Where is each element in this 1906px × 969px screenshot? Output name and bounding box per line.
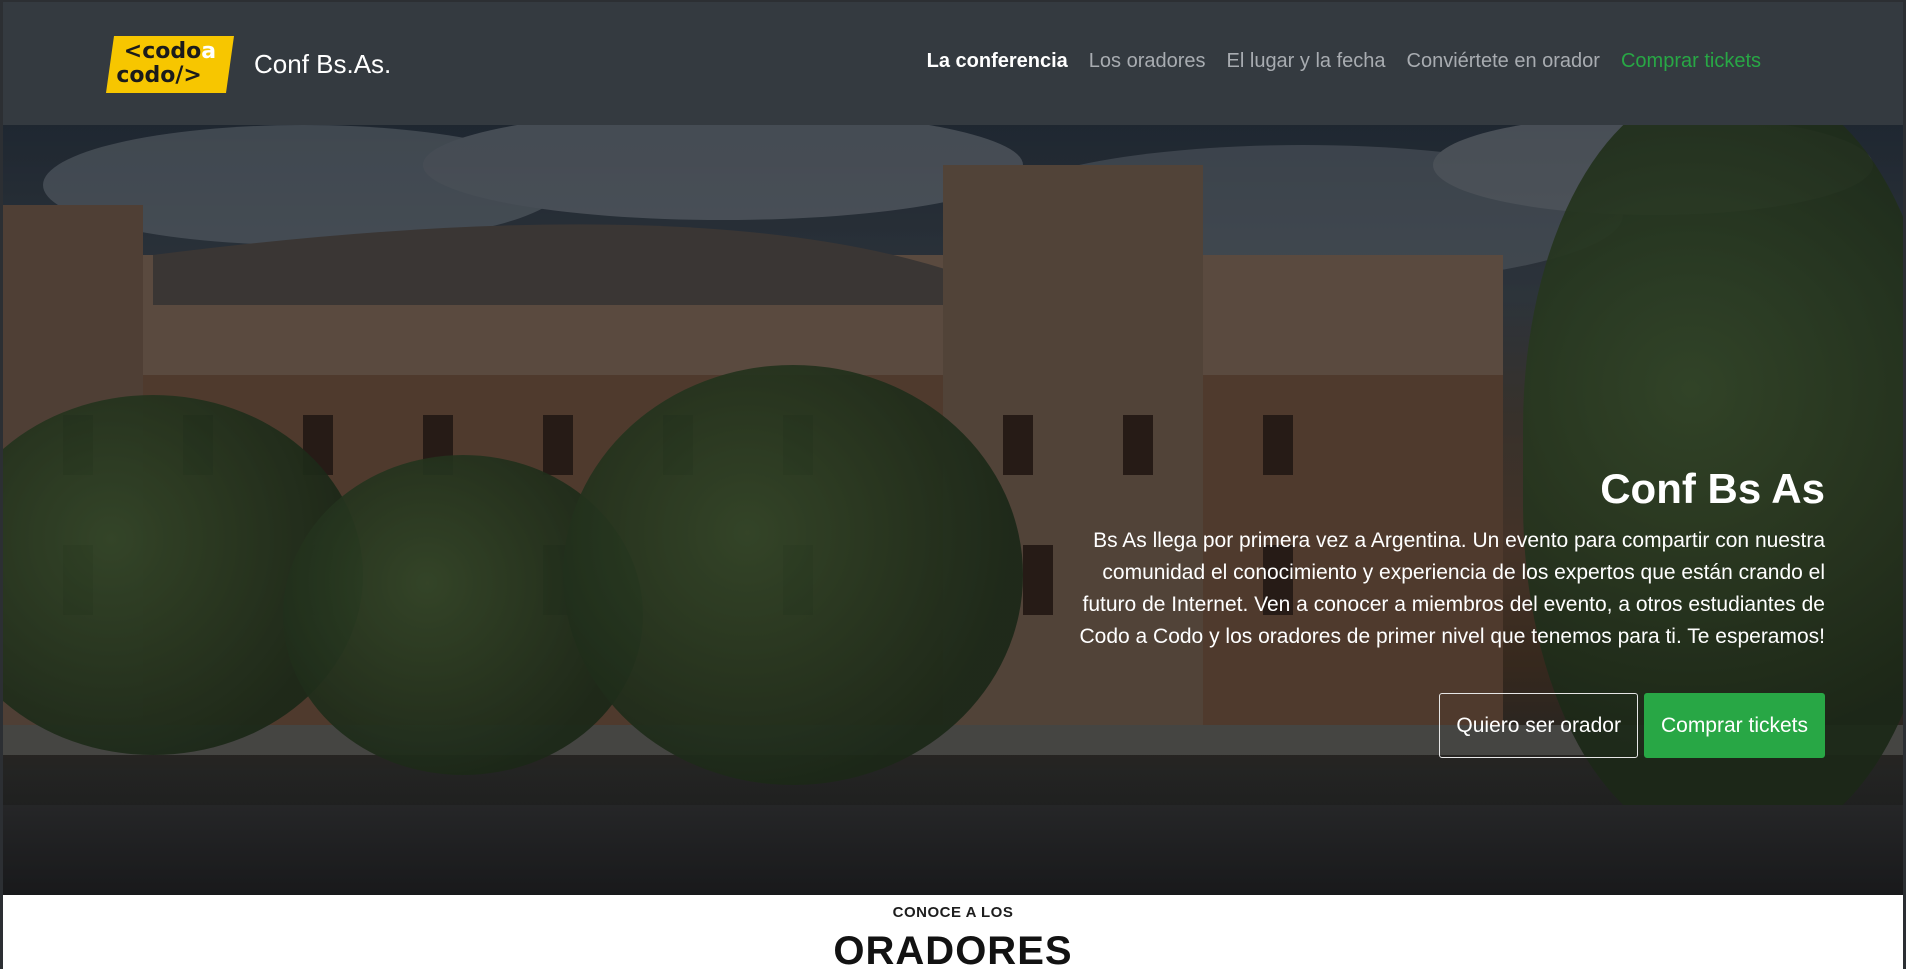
brand-title: Conf Bs.As.: [254, 48, 392, 79]
nav-item-los-oradores[interactable]: Los oradores: [1089, 50, 1206, 73]
brand-link[interactable]: <codoa codo/> Conf Bs.As.: [105, 34, 392, 94]
speakers-kicker: CONOCE A LOS: [892, 904, 1014, 921]
codo-a-codo-logo: <codoa codo/>: [105, 35, 235, 93]
nav-item-el-lugar-y-la-fecha[interactable]: El lugar y la fecha: [1227, 50, 1386, 73]
hero-buttons: Quiero ser orador Comprar tickets: [1055, 693, 1825, 758]
hero-title: Conf Bs As: [1600, 465, 1825, 512]
logo-text-a: a: [201, 38, 217, 64]
speakers-title: ORADORES: [833, 929, 1073, 969]
logo-text-line1: <codo: [123, 38, 202, 64]
comprar-tickets-button[interactable]: Comprar tickets: [1643, 693, 1825, 758]
quiero-ser-orador-button[interactable]: Quiero ser orador: [1439, 693, 1638, 758]
nav-item-comprar-tickets[interactable]: Comprar tickets: [1621, 50, 1761, 73]
navbar: <codoa codo/> Conf Bs.As. La conferencia…: [3, 2, 1903, 125]
nav-item-la-conferencia[interactable]: La conferencia: [927, 50, 1068, 73]
speakers-section: CONOCE A LOS ORADORES: [3, 895, 1903, 969]
hero-section: Conf Bs As Bs As llega por primera vez a…: [3, 125, 1903, 895]
main-nav: La conferencia Los oradores El lugar y l…: [927, 50, 1761, 73]
hero-content: Conf Bs As Bs As llega por primera vez a…: [1055, 465, 1825, 758]
hero-description: Bs As llega por primera vez a Argentina.…: [1079, 529, 1825, 648]
page: <codoa codo/> Conf Bs.As. La conferencia…: [0, 0, 1906, 969]
logo-text-line2: codo/>: [116, 62, 202, 88]
nav-item-conviertete-en-orador[interactable]: Conviértete en orador: [1407, 50, 1600, 73]
